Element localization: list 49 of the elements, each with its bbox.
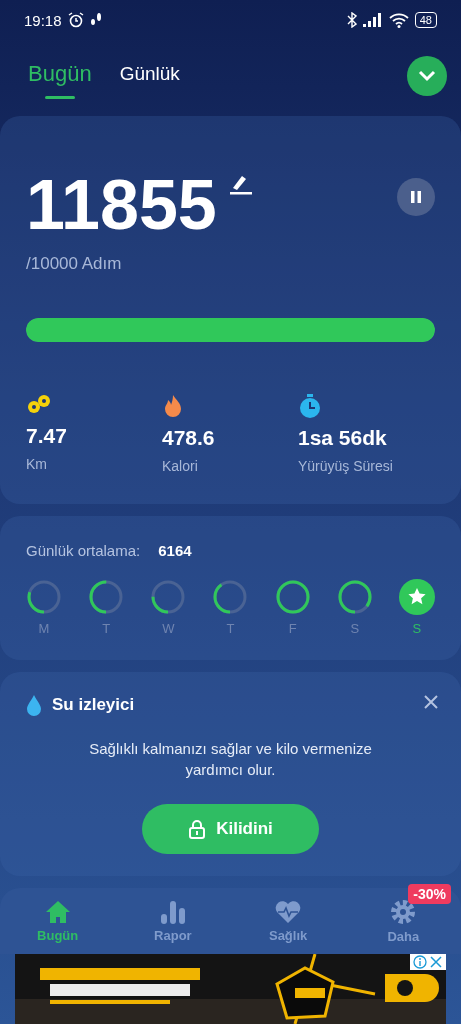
signal-icon: [362, 13, 383, 27]
water-description: Sağlıklı kalmanızı sağlar ve kilo vermenize yardımcı olur.: [88, 739, 373, 780]
pause-button[interactable]: [397, 178, 435, 216]
average-label: Günlük ortalama:: [26, 542, 141, 559]
day-label: T: [226, 621, 235, 636]
day-label: S: [412, 621, 422, 636]
stat-label: Kalori: [162, 458, 199, 474]
tab[interactable]: Bugün: [18, 53, 102, 99]
home-icon: [44, 899, 71, 924]
wifi-icon: [388, 12, 409, 28]
location-pins-icon: [26, 394, 52, 416]
dropdown-button[interactable]: [407, 56, 447, 96]
stat-label: Yürüyüş Süresi: [298, 458, 393, 474]
discount-badge: -30%: [408, 884, 451, 904]
footprints-icon: [89, 12, 102, 28]
pause-icon: [410, 190, 422, 204]
heartbeat-icon: [274, 899, 303, 924]
stopwatch-icon: [298, 394, 322, 418]
clock-time: 19:18: [24, 11, 62, 29]
day-label: F: [288, 621, 297, 636]
water-title: Su izleyici: [52, 695, 135, 715]
average-value: 6164: [158, 542, 192, 559]
bar-chart-icon: [159, 899, 186, 924]
stat-value: 478.6: [162, 426, 216, 450]
chevron-down-icon: [418, 70, 436, 82]
info-icon[interactable]: [413, 955, 427, 969]
step-count: 11855: [26, 170, 217, 240]
nav-item[interactable]: Bugün: [0, 888, 116, 954]
nav-item[interactable]: Rapor: [115, 888, 231, 954]
stat-label: Km: [26, 456, 48, 472]
water-drop-icon: [26, 694, 42, 716]
bluetooth-icon: [346, 12, 357, 28]
step-goal: /10000 Adım: [26, 254, 123, 274]
nav-item[interactable]: Sağlık: [230, 888, 346, 954]
alarm-icon: [67, 12, 84, 28]
stat-value: 7.47: [26, 424, 68, 448]
day-label: T: [102, 621, 111, 636]
day-label: S: [350, 621, 360, 636]
flame-icon: [162, 394, 184, 418]
day-label: W: [162, 621, 175, 636]
day-label: M: [38, 621, 50, 636]
stat-value: 1sa 56dk: [298, 426, 388, 450]
gear-icon: [390, 898, 417, 925]
lock-icon: [188, 819, 207, 839]
unlock-button[interactable]: Kilidini: [142, 804, 319, 854]
tab[interactable]: Günlük: [109, 55, 190, 97]
battery-indicator: 48: [414, 12, 437, 28]
close-icon[interactable]: [429, 955, 443, 969]
close-icon: [423, 694, 439, 710]
